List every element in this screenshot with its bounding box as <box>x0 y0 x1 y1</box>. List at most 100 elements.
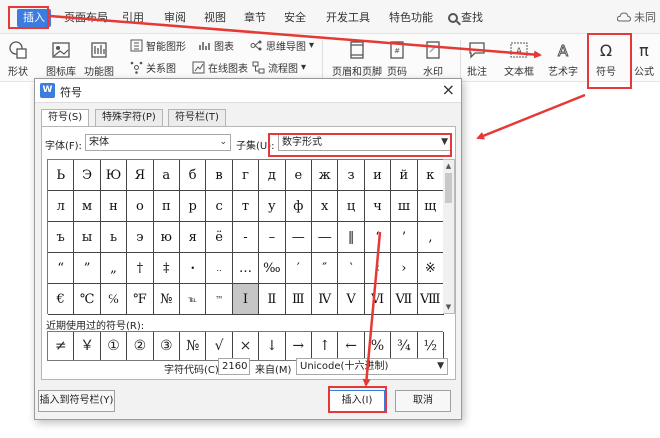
symbol-cell[interactable]: й <box>391 160 418 191</box>
symbol-cell[interactable]: … <box>232 253 260 284</box>
symbol-cell[interactable]: л <box>48 191 75 222</box>
recent-symbol-cell[interactable]: ② <box>127 332 154 360</box>
grid-scrollbar[interactable]: ▲ ▼ <box>443 159 455 314</box>
symbol-cell[interactable]: в <box>206 160 233 191</box>
symbol-cell[interactable]: о <box>127 191 154 222</box>
recent-symbol-cell[interactable]: ½ <box>417 332 444 360</box>
symbol-cell[interactable]: Я <box>127 160 154 191</box>
recent-symbol-cell[interactable]: ① <box>100 332 128 360</box>
scroll-thumb[interactable] <box>445 173 452 203</box>
tab-dev-tools[interactable]: 开发工具 <box>326 9 370 27</box>
watermark-button[interactable]: 水印 <box>423 34 443 78</box>
recent-symbol-cell[interactable]: ← <box>338 332 365 360</box>
tab-insert[interactable]: 插入 <box>17 9 51 27</box>
symbol-cell[interactable]: ‘ <box>364 222 392 253</box>
symbol-cell[interactable]: п <box>153 191 180 222</box>
symbol-cell[interactable]: ℡ <box>180 284 207 315</box>
symbol-cell[interactable]: ‵ <box>338 253 365 284</box>
scroll-down-icon[interactable]: ▼ <box>443 301 454 313</box>
tab-security[interactable]: 安全 <box>284 9 306 27</box>
symbol-cell[interactable]: ※ <box>417 253 444 284</box>
chart-button[interactable]: 图表 <box>198 38 234 53</box>
symbol-cell[interactable]: р <box>180 191 207 222</box>
symbol-cell[interactable]: с <box>206 191 233 222</box>
symbol-cell[interactable]: е <box>285 160 312 191</box>
symbol-cell[interactable]: Ⅳ <box>312 284 339 315</box>
tab-search[interactable]: 查找 <box>448 9 483 27</box>
symbol-cell[interactable]: а <box>153 160 180 191</box>
insert-to-bar-button[interactable]: 插入到符号栏(Y) <box>38 390 115 412</box>
symbol-cell[interactable]: ‖ <box>338 222 365 253</box>
symbol-cell[interactable]: - <box>232 222 260 253</box>
symbol-cell[interactable]: ℉ <box>127 284 154 315</box>
symbol-cell[interactable]: ь <box>100 222 128 253</box>
tab-review[interactable]: 审阅 <box>164 9 186 27</box>
symbol-cell[interactable]: щ <box>417 191 444 222</box>
symbol-cell[interactable]: ‡ <box>153 253 180 284</box>
symbol-cell[interactable]: ™ <box>206 284 233 315</box>
tab-view[interactable]: 视图 <box>204 9 226 27</box>
symbol-cell[interactable]: я <box>180 222 207 253</box>
symbol-cell[interactable]: Ⅰ <box>232 284 260 315</box>
tab-symbol-bar[interactable]: 符号栏(T) <box>168 109 226 127</box>
page-number-button[interactable]: # 页码 <box>387 34 407 78</box>
shape-button[interactable]: 形状 <box>8 34 28 78</box>
symbol-cell[interactable]: г <box>232 160 260 191</box>
textbox-button[interactable]: A 文本框 <box>504 34 534 78</box>
symbol-cell[interactable]: № <box>153 284 180 315</box>
symbol-cell[interactable]: € <box>48 284 75 315</box>
header-footer-button[interactable]: 页眉和页脚 <box>332 34 382 78</box>
insert-button[interactable]: 插入(I) <box>329 390 385 412</box>
symbol-cell[interactable]: › <box>391 253 418 284</box>
symbol-cell[interactable]: Ⅷ <box>417 284 444 315</box>
recent-symbol-cell[interactable]: % <box>364 332 392 360</box>
symbol-cell[interactable]: Ⅲ <box>285 284 312 315</box>
online-chart-button[interactable]: 在线图表 <box>192 60 248 75</box>
symbol-cell[interactable]: ‥ <box>206 253 233 284</box>
recent-symbol-cell[interactable]: ￥ <box>74 332 101 360</box>
symbol-cell[interactable]: Э <box>74 160 101 191</box>
symbol-cell[interactable]: з <box>338 160 365 191</box>
symbol-cell[interactable]: ‹ <box>364 253 392 284</box>
symbol-cell[interactable]: х <box>312 191 339 222</box>
symbol-cell[interactable]: д <box>259 160 286 191</box>
symbol-cell[interactable]: ж <box>312 160 339 191</box>
symbol-cell[interactable]: — <box>285 222 312 253</box>
recent-symbol-cell[interactable]: ↑ <box>312 332 339 360</box>
symbol-cell[interactable]: э <box>127 222 154 253</box>
mind-map-button[interactable]: 思维导图 ▾ <box>250 38 314 53</box>
symbol-cell[interactable]: ф <box>285 191 312 222</box>
symbol-cell[interactable]: т <box>232 191 260 222</box>
tab-special[interactable]: 特色功能 <box>389 9 433 27</box>
symbol-cell[interactable]: Ю <box>100 160 128 191</box>
symbol-cell[interactable]: ‰ <box>259 253 286 284</box>
symbol-cell[interactable]: Ⅴ <box>338 284 365 315</box>
tab-special-chars[interactable]: 特殊字符(P) <box>95 109 163 127</box>
symbol-cell[interactable]: “ <box>48 253 75 284</box>
symbol-cell[interactable]: ’ <box>391 222 418 253</box>
symbol-cell[interactable]: ― <box>312 222 339 253</box>
gallery-button[interactable]: 图标库 <box>46 34 76 78</box>
symbol-cell[interactable]: Ь <box>48 160 75 191</box>
recent-symbol-cell[interactable]: ↓ <box>259 332 286 360</box>
symbol-cell[interactable]: ″ <box>312 253 339 284</box>
symbol-cell[interactable]: • <box>180 253 207 284</box>
symbol-cell[interactable]: и <box>364 160 392 191</box>
cancel-button[interactable]: 取消 <box>395 390 451 412</box>
symbol-cell[interactable]: ‚ <box>417 222 444 253</box>
symbol-cell[interactable]: б <box>180 160 207 191</box>
symbol-cell[interactable]: ′ <box>285 253 312 284</box>
symbol-cell[interactable]: Ⅶ <box>391 284 418 315</box>
symbol-cell[interactable]: к <box>417 160 444 191</box>
formula-button[interactable]: π 公式 <box>634 34 654 78</box>
symbol-cell[interactable]: ш <box>391 191 418 222</box>
art-text-button[interactable]: A 艺术字 <box>548 34 578 79</box>
tab-page-layout[interactable]: 页面布局 <box>64 9 108 27</box>
recent-symbol-cell[interactable]: → <box>285 332 312 360</box>
recent-symbol-cell[interactable]: ≠ <box>48 332 75 360</box>
symbol-cell[interactable]: † <box>127 253 154 284</box>
symbol-cell[interactable]: м <box>74 191 101 222</box>
symbol-cell[interactable]: ℃ <box>74 284 101 315</box>
code-input[interactable]: 2160 <box>218 358 250 375</box>
scroll-up-icon[interactable]: ▲ <box>443 160 454 172</box>
